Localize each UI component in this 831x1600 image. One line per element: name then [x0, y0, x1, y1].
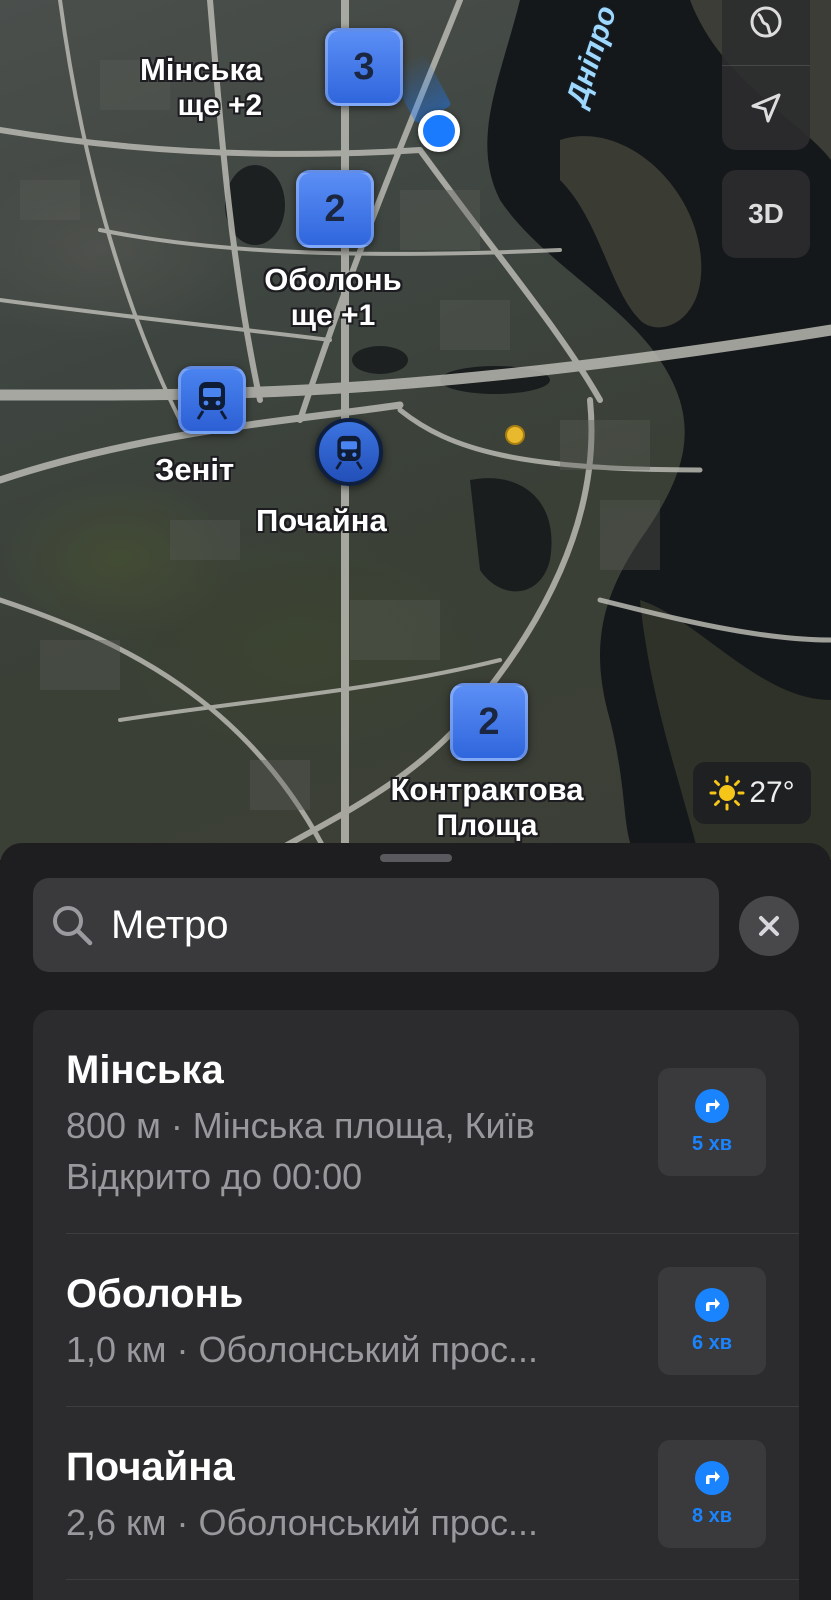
location-arrow-icon [751, 93, 781, 123]
directions-icon [695, 1460, 729, 1495]
directions-icon [695, 1088, 729, 1123]
station-cluster-minska[interactable]: 3 [325, 28, 403, 106]
search-icon [53, 906, 93, 946]
result-details: 2,6 км · Оболонський прос... [66, 1502, 538, 1543]
poi-marker[interactable] [505, 425, 525, 445]
station-pin-zenit[interactable] [178, 366, 246, 434]
train-icon [335, 435, 363, 470]
directions-button[interactable]: 5 хв [658, 1068, 766, 1176]
map-controls [722, 0, 810, 150]
map-view[interactable]: 3 Мінська ще +2 2 Оболонь ще +1 2 Контра… [0, 0, 831, 860]
directions-button[interactable]: 6 хв [658, 1267, 766, 1375]
globe-icon [750, 6, 782, 38]
station-cluster-obolon[interactable]: 2 [296, 170, 374, 248]
map-label-minska[interactable]: Мінська ще +2 [140, 52, 262, 124]
list-item[interactable]: Мінська 800 м · Мінська площа, Київ Відк… [33, 1010, 799, 1234]
globe-button[interactable] [722, 0, 810, 65]
train-icon [196, 382, 228, 420]
eta-label: 5 хв [691, 1132, 733, 1155]
clear-search-button[interactable] [739, 896, 799, 956]
eta-label: 8 хв [691, 1504, 733, 1527]
map-label-zenit[interactable]: Зеніт [155, 452, 234, 488]
3d-toggle-button[interactable]: 3D [722, 170, 810, 258]
search-input[interactable]: Метро [33, 878, 719, 972]
directions-button[interactable]: 8 хв [658, 1440, 766, 1548]
temperature-label: 27° [749, 776, 795, 809]
station-pin-pochaina[interactable] [315, 418, 383, 486]
result-hours: Відкрито до 00:00 [66, 1156, 363, 1197]
map-label-kontraktova[interactable]: Контрактова Площа [352, 772, 622, 844]
list-item[interactable]: Почайна 2,6 км · Оболонський прос... 8 х… [33, 1407, 799, 1580]
result-name: Почайна [66, 1445, 235, 1489]
directions-icon [695, 1287, 729, 1322]
result-name: Оболонь [66, 1272, 244, 1316]
result-details: 1,0 км · Оболонський прос... [66, 1329, 538, 1370]
result-name: Мінська [66, 1048, 224, 1092]
sun-icon [709, 775, 745, 811]
search-sheet: Метро Мінська 800 м · Мінська площа, Киї… [0, 843, 831, 1600]
divider [66, 1579, 799, 1580]
map-base [0, 0, 831, 860]
result-details: 800 м · Мінська площа, Київ [66, 1105, 535, 1146]
locate-button[interactable] [722, 66, 810, 151]
close-icon [759, 916, 779, 936]
user-location-dot [418, 110, 460, 152]
sheet-grabber[interactable] [380, 854, 452, 862]
station-cluster-kontraktova[interactable]: 2 [450, 683, 528, 761]
search-query[interactable]: Метро [111, 903, 229, 948]
results-list: Мінська 800 м · Мінська площа, Київ Відк… [33, 1010, 799, 1600]
map-label-obolon[interactable]: Оболонь ще +1 [243, 262, 423, 334]
weather-badge[interactable]: 27° [693, 762, 811, 824]
eta-label: 6 хв [691, 1331, 733, 1354]
map-label-pochaina[interactable]: Почайна [256, 503, 387, 539]
list-item[interactable]: Оболонь 1,0 км · Оболонський прос... 6 х… [33, 1234, 799, 1407]
